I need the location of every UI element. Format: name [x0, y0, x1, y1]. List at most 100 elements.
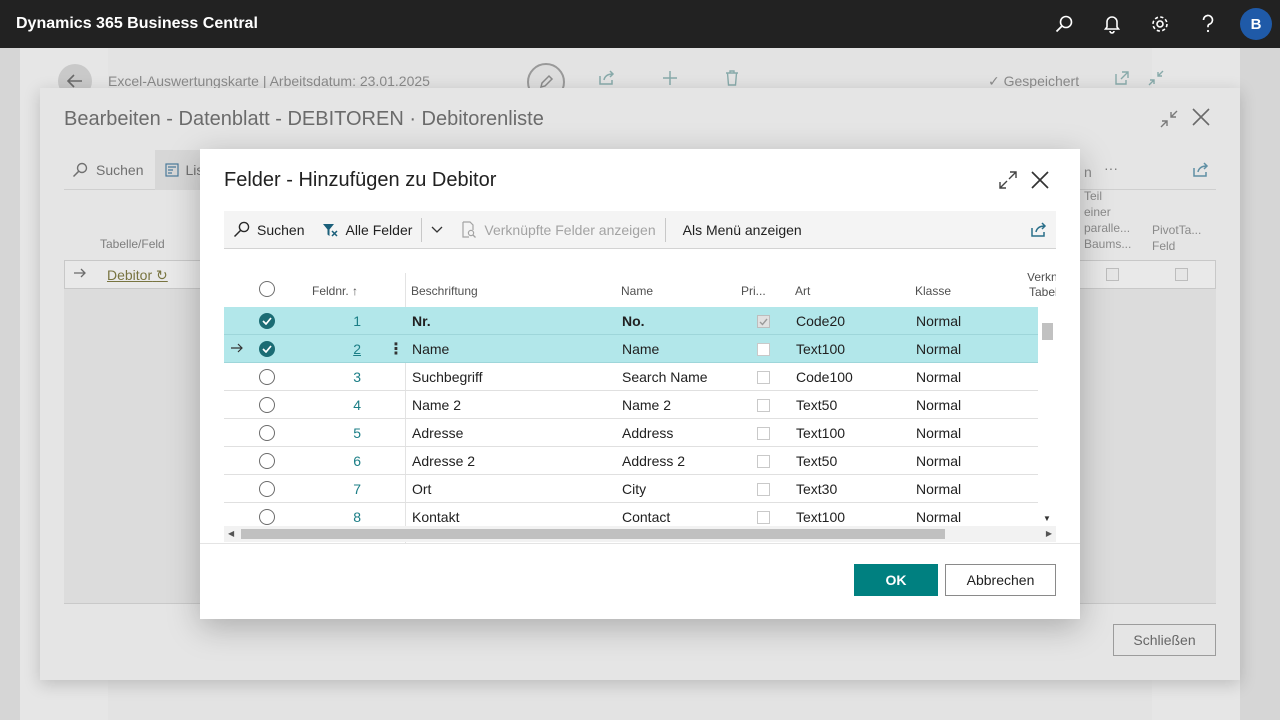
cancel-button[interactable]: Abbrechen — [945, 564, 1056, 596]
field-type: Text100 — [796, 509, 846, 525]
filter-dropdown-button[interactable] — [422, 211, 452, 249]
column-label: einer — [1084, 205, 1111, 219]
check-icon — [759, 318, 768, 326]
column-label: paralle... — [1084, 221, 1131, 235]
column-table-field[interactable]: Tabelle/Feld — [100, 237, 165, 251]
fields-dialog: Felder - Hinzufügen zu Debitor Suchen Al… — [200, 149, 1080, 619]
scroll-down-icon[interactable]: ▼ — [1043, 514, 1051, 523]
close-icon[interactable] — [1030, 170, 1050, 190]
field-class: Normal — [916, 453, 962, 469]
row-select-radio[interactable] — [259, 369, 275, 385]
column-linked-table[interactable]: Tabel — [1029, 285, 1056, 299]
table-row[interactable]: 1 Nr. No. Code20 Normal — [224, 307, 1038, 335]
share-icon[interactable] — [598, 70, 616, 86]
ok-button[interactable]: OK — [854, 564, 938, 596]
app-title[interactable]: Dynamics 365 Business Central — [16, 15, 258, 33]
checkbox[interactable] — [1175, 268, 1188, 281]
close-button[interactable]: Schließen — [1113, 624, 1216, 656]
vertical-scrollbar[interactable]: ▼ — [1039, 323, 1056, 523]
field-no[interactable]: 1 — [327, 313, 361, 329]
scroll-left-icon[interactable]: ◀ — [228, 529, 234, 538]
field-class: Normal — [916, 341, 962, 357]
field-no[interactable]: 7 — [327, 481, 361, 497]
app-bar: Dynamics 365 Business Central B — [0, 0, 1280, 48]
scrollbar-thumb[interactable] — [1042, 323, 1053, 340]
bell-icon[interactable] — [1088, 0, 1136, 48]
table-row[interactable]: 5 Adresse Address Text100 Normal — [224, 419, 1038, 447]
share-icon[interactable] — [1192, 162, 1210, 178]
field-no[interactable]: 8 — [327, 509, 361, 525]
saved-label: Gespeichert — [1003, 73, 1080, 89]
table-row[interactable]: 3 Suchbegriff Search Name Code100 Normal — [224, 363, 1038, 391]
table-link[interactable]: Debitor ↻ — [107, 267, 168, 284]
field-caption: Kontakt — [412, 509, 460, 525]
field-name: Address — [622, 425, 674, 441]
column-pivot-field[interactable]: PivotTa... Feld — [1152, 222, 1201, 254]
primary-key-checkbox — [757, 343, 770, 356]
show-as-menu-button[interactable]: Als Menü anzeigen — [666, 211, 811, 249]
gear-icon[interactable] — [1136, 0, 1184, 48]
column-class[interactable]: Klasse — [915, 284, 951, 298]
field-no[interactable]: 5 — [327, 425, 361, 441]
collapse-icon[interactable] — [1160, 110, 1178, 128]
table-row[interactable]: 7 Ort City Text30 Normal — [224, 475, 1038, 503]
field-class: Normal — [916, 397, 962, 413]
page-caption: Excel-Auswertungskarte | Arbeitsdatum: 2… — [108, 73, 430, 89]
field-type: Code100 — [796, 369, 853, 385]
dialog-title: Felder - Hinzufügen zu Debitor — [224, 169, 497, 191]
field-no[interactable]: 4 — [327, 397, 361, 413]
table-row[interactable]: 6 Adresse 2 Address 2 Text50 Normal — [224, 447, 1038, 475]
search-label: Suchen — [96, 161, 144, 178]
row-select-radio[interactable] — [259, 481, 275, 497]
datasheet-title: Bearbeiten - Datenblatt - DEBITOREN · De… — [64, 108, 544, 130]
search-button[interactable]: Suchen — [224, 211, 313, 249]
delete-icon[interactable] — [725, 70, 739, 86]
column-field-no[interactable]: Feldnr. ↑ — [312, 284, 358, 298]
column-name[interactable]: Name — [621, 284, 653, 298]
help-icon[interactable] — [1184, 0, 1232, 48]
column-type[interactable]: Art — [795, 284, 810, 298]
open-new-window-icon[interactable] — [1114, 70, 1130, 86]
collapse-icon[interactable] — [1148, 70, 1164, 86]
more-options-icon[interactable]: ··· — [1104, 160, 1118, 176]
row-select-radio[interactable] — [259, 425, 275, 441]
linked-fields-label: Verknüpfte Felder anzeigen — [484, 221, 656, 238]
column-linked-table[interactable]: Verkn — [1027, 273, 1056, 284]
grid-header: Feldnr. ↑ Beschriftung Name Pri... Art K… — [224, 273, 1056, 543]
column-tree-part[interactable]: Teil einer paralle... Baums... — [1084, 188, 1131, 252]
field-class: Normal — [916, 481, 962, 497]
scroll-right-icon[interactable]: ▶ — [1046, 529, 1052, 538]
field-no-link[interactable]: 2 — [327, 341, 361, 357]
checkbox[interactable] — [1106, 268, 1119, 281]
scrollbar-thumb[interactable] — [241, 529, 945, 539]
share-icon[interactable] — [1030, 222, 1048, 238]
row-select-radio[interactable] — [259, 397, 275, 413]
column-primary[interactable]: Pri... — [741, 284, 766, 298]
datasheet-search-button[interactable]: Suchen — [64, 150, 143, 190]
primary-key-checkbox — [757, 371, 770, 384]
row-actions-icon[interactable]: ⋮ — [388, 339, 404, 359]
avatar[interactable]: B — [1240, 8, 1272, 40]
row-select-radio[interactable] — [259, 453, 275, 469]
row-arrow-icon — [73, 266, 87, 280]
close-icon[interactable] — [1192, 108, 1210, 126]
field-no[interactable]: 3 — [327, 369, 361, 385]
table-row[interactable]: 2 ⋮ Name Name Text100 Normal — [224, 335, 1038, 363]
expand-icon[interactable] — [999, 171, 1017, 189]
partial-action-label[interactable]: n — [1084, 164, 1092, 180]
row-selected-check-icon[interactable] — [259, 313, 275, 329]
select-all-radio[interactable] — [259, 281, 275, 297]
row-selected-check-icon[interactable] — [259, 341, 275, 357]
horizontal-scrollbar[interactable]: ◀ ▶ — [224, 526, 1056, 542]
row-select-radio[interactable] — [259, 509, 275, 525]
primary-key-checkbox — [757, 483, 770, 496]
column-caption[interactable]: Beschriftung — [411, 284, 478, 298]
refresh-icon: ↻ — [156, 267, 168, 283]
search-icon[interactable] — [1040, 0, 1088, 48]
check-icon: ✓ — [988, 73, 1000, 89]
plus-icon[interactable] — [662, 70, 678, 86]
show-linked-fields-button[interactable]: Verknüpfte Felder anzeigen — [452, 211, 664, 249]
all-fields-filter-button[interactable]: Alle Felder — [313, 211, 421, 249]
table-row[interactable]: 4 Name 2 Name 2 Text50 Normal — [224, 391, 1038, 419]
field-no[interactable]: 6 — [327, 453, 361, 469]
